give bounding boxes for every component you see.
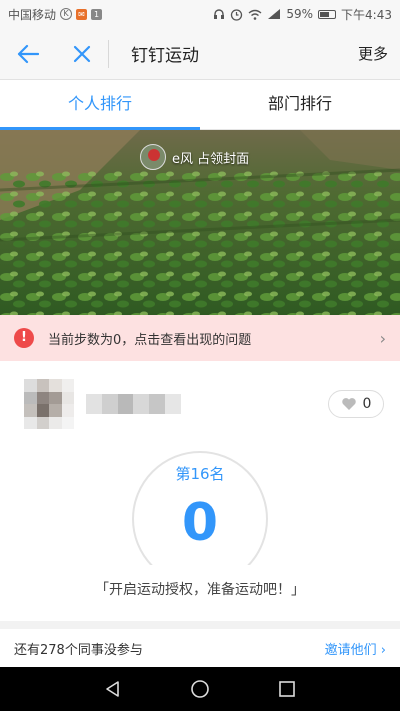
cover-image[interactable]: e风 占领封面 bbox=[0, 130, 400, 315]
my-ranking-card: 0 第16名 0 「开启运动授权，准备运动吧！」 bbox=[0, 361, 400, 621]
alert-text: 当前步数为0，点击查看出现的问题 bbox=[48, 332, 252, 348]
step-alert-banner[interactable]: ! 当前步数为0，点击查看出现的问题 › bbox=[0, 315, 400, 361]
recents-square-icon[interactable] bbox=[277, 679, 297, 699]
signal-icon bbox=[268, 9, 281, 19]
alarm-icon bbox=[231, 8, 243, 21]
tab-label: 部门排行 bbox=[267, 94, 332, 113]
nfc-icon: K bbox=[60, 8, 73, 20]
battery-percent: 59% bbox=[286, 7, 314, 21]
close-button[interactable] bbox=[56, 28, 108, 80]
wifi-icon bbox=[248, 9, 262, 20]
not-joined-text: 还有278个同事没参与 bbox=[14, 642, 143, 658]
cover-owner: e风 占领封面 bbox=[140, 144, 249, 170]
navigation-bar: 钉钉运动 更多 bbox=[0, 28, 400, 80]
notification-count-icon: 1 bbox=[91, 8, 103, 20]
nav-divider bbox=[108, 39, 109, 68]
like-button[interactable]: 0 bbox=[328, 390, 384, 418]
clock-text: 下午4:43 bbox=[341, 7, 392, 22]
ranking-tabs: 个人排行 部门排行 bbox=[0, 80, 400, 130]
participation-row: 还有278个同事没参与 邀请他们 › bbox=[0, 629, 400, 667]
app-root: 中国移动 K ✉ 1 59% 下午4:43 钉钉运动 更多 个人排行 部门排行 … bbox=[0, 0, 400, 711]
headset-icon bbox=[214, 9, 225, 19]
battery-icon bbox=[318, 9, 337, 19]
back-triangle-icon[interactable] bbox=[103, 679, 123, 699]
status-bar: 中国移动 K ✉ 1 59% 下午4:43 bbox=[0, 0, 400, 28]
close-icon bbox=[73, 45, 91, 62]
rank-label: 第16名 bbox=[175, 465, 225, 483]
step-count: 0 bbox=[181, 493, 219, 553]
page-title: 钉钉运动 bbox=[131, 46, 199, 66]
warning-icon: ! bbox=[14, 328, 34, 348]
system-navigation-bar bbox=[0, 667, 400, 711]
cover-owner-text: e风 占领封面 bbox=[172, 151, 250, 167]
app-notification-icon: ✉ bbox=[76, 8, 88, 20]
back-button[interactable] bbox=[0, 28, 56, 80]
carrier-text: 中国移动 bbox=[8, 7, 57, 22]
tab-department-ranking[interactable]: 部门排行 bbox=[200, 80, 400, 129]
back-arrow-icon bbox=[17, 44, 39, 63]
avatar[interactable] bbox=[24, 379, 74, 429]
home-circle-icon[interactable] bbox=[190, 679, 210, 699]
user-row: 0 bbox=[24, 379, 384, 429]
invite-link[interactable]: 邀请他们 › bbox=[325, 639, 386, 658]
like-count: 0 bbox=[362, 396, 372, 412]
status-bar-left: 中国移动 K ✉ 1 bbox=[8, 6, 103, 23]
status-bar-right: 59% 下午4:43 bbox=[213, 6, 392, 23]
tab-label: 个人排行 bbox=[67, 94, 132, 113]
cover-owner-avatar bbox=[140, 144, 166, 170]
chevron-right-icon: › bbox=[379, 328, 386, 348]
heart-icon bbox=[341, 398, 356, 410]
tab-personal-ranking[interactable]: 个人排行 bbox=[0, 80, 200, 130]
user-name bbox=[86, 394, 181, 414]
more-button[interactable]: 更多 bbox=[358, 43, 400, 64]
motto-text: 「开启运动授权，准备运动吧！」 bbox=[95, 582, 305, 598]
